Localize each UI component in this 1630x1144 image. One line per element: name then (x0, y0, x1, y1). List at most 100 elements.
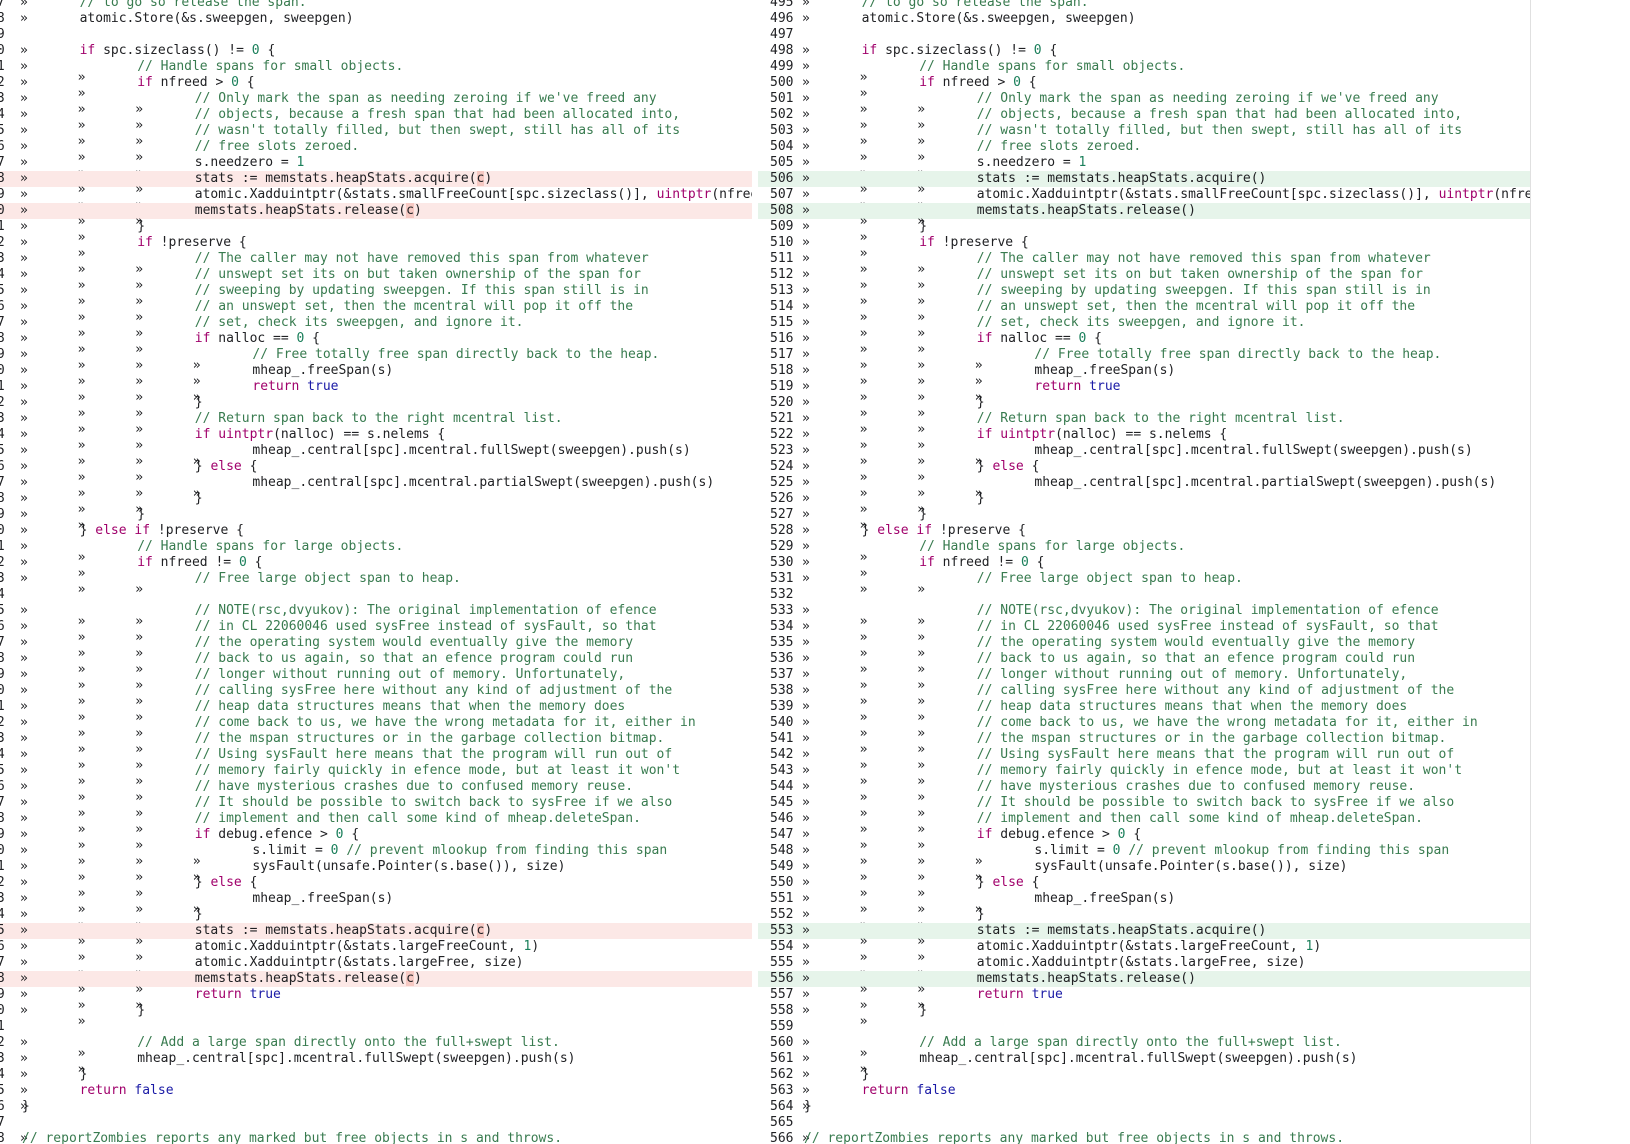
line-number: 60 (0, 1003, 5, 1018)
code-comment: // reportZombies reports any marked but … (804, 1131, 1345, 1144)
code-token: !preserve { (934, 235, 1029, 250)
code-token: mheap_.freeSpan(s) (252, 363, 394, 378)
code-line: 546»// implement and then call some kind… (758, 811, 1530, 838)
code-token: } (137, 507, 146, 522)
code-text: // have mysterious crashes due to confus… (804, 779, 1415, 806)
code-keyword: if (137, 235, 153, 250)
code-line: 500» if nfreed > 0 { (758, 75, 1530, 102)
code-token: 0 (231, 75, 239, 90)
code-comment: // objects, because a fresh span that ha… (976, 107, 1463, 122)
code-line: 07»s.needzero = 1 (0, 155, 752, 182)
code-text: return false (22, 1083, 174, 1099)
code-text: // objects, because a fresh span that ha… (804, 107, 1463, 134)
code-token: } (976, 875, 993, 890)
right-pane-modified[interactable]: 495»// to go so release the span. 496» ato… (758, 0, 1530, 1144)
code-text: return false (804, 1083, 956, 1099)
inserted-line: 553» stats := memstats.heapStats.acquire(… (758, 923, 1530, 950)
line-number: 515 (770, 315, 794, 330)
code-line: 499»// Handle spans for small objects. (758, 59, 1530, 86)
code-text: mheap_.freeSpan(s) (22, 363, 394, 390)
code-text: return true (22, 379, 339, 406)
code-token: true (1031, 987, 1063, 1002)
line-number: 00 (0, 43, 5, 58)
code-token: (nalloc) == s.nelems { (1055, 427, 1228, 442)
line-number: 28 (0, 491, 5, 506)
code-line: 503»// wasn't totally filled, but then s… (758, 123, 1530, 150)
code-text: atomic.Xadduintptr(&stats.largeFreeCount… (804, 939, 1322, 966)
code-comment: // longer without running out of memory.… (194, 667, 626, 682)
line-number: 34 (0, 587, 5, 602)
line-number: 18 (0, 331, 5, 346)
code-line: 02»if nfreed > 0 { (0, 75, 752, 102)
line-number: 496 (770, 11, 794, 26)
code-comment: // Handle spans for small objects. (919, 59, 1186, 74)
code-token: } (919, 219, 928, 234)
code-line: 519» return true (758, 379, 1530, 406)
line-number: 32 (0, 555, 5, 570)
line-number: 562 (770, 1067, 794, 1082)
code-line: 21»return true (0, 379, 752, 406)
code-line: 64»} (0, 1067, 752, 1083)
code-text: // to go so release the span. (804, 0, 1089, 11)
code-token: atomic.Xadduintptr(&stats.largeFreeCount… (194, 939, 524, 954)
code-text: stats := memstats.heapStats.acquire(c) (22, 171, 493, 198)
code-token: (nfreed)) (1493, 187, 1530, 202)
code-token: ) (484, 171, 493, 186)
line-number: 23 (0, 411, 5, 426)
code-line: 35»// NOTE(rsc,dvyukov): The original im… (0, 603, 752, 630)
code-token: debug.efence > (992, 827, 1118, 842)
code-token: atomic.Store(&s.sweepgen, sweepgen) (79, 11, 354, 26)
line-number: 505 (770, 155, 794, 170)
line-number: 504 (770, 139, 794, 154)
code-line: 551» mheap_.freeSpan(s) (758, 891, 1530, 918)
left-pane-original[interactable]: 97»// to go so release the span.98»atomi… (0, 0, 752, 1144)
code-text: } else if !preserve { (22, 523, 244, 539)
code-token: s.limit = (1034, 843, 1113, 858)
code-keyword: return (861, 1083, 909, 1098)
code-keyword: if (194, 331, 211, 346)
code-line: 41»// heap data structures means that wh… (0, 699, 752, 726)
code-token: (nfreed)) (711, 187, 752, 202)
code-line: 498» if spc.sizeclass() != 0 { (758, 43, 1530, 59)
code-text: mheap_.freeSpan(s) (22, 891, 394, 918)
code-line: 38»// back to us again, so that an efenc… (0, 651, 752, 678)
code-text: memstats.heapStats.release(c) (22, 203, 422, 230)
code-token: spc.sizeclass() != (877, 43, 1034, 58)
line-number: 566 (770, 1131, 794, 1144)
code-keyword: return (252, 379, 300, 394)
line-number: 41 (0, 699, 5, 714)
code-text: // have mysterious crashes due to confus… (22, 779, 633, 806)
code-text: // Add a large span directly onto the fu… (804, 1035, 1342, 1062)
code-keyword: uintptr (1000, 427, 1056, 442)
line-number: 551 (770, 891, 794, 906)
line-number: 08 (0, 171, 5, 186)
code-text: if nalloc == 0 { (804, 331, 1102, 358)
code-text: s.needzero = 1 (22, 155, 305, 182)
line-number: 556 (770, 971, 794, 986)
code-token: ) (1313, 939, 1322, 954)
code-token: nfreed != (152, 555, 239, 570)
code-keyword: return (976, 987, 1024, 1002)
line-number: 543 (770, 763, 794, 778)
code-token: atomic.Store(&s.sweepgen, sweepgen) (861, 11, 1136, 26)
code-text: // Return span back to the right mcentra… (22, 411, 563, 438)
code-token: } (79, 523, 96, 538)
code-text: // back to us again, so that an efence p… (22, 651, 633, 678)
code-line: 509»} (758, 219, 1530, 246)
inserted-line: 556» memstats.heapStats.release() (758, 971, 1530, 998)
code-token: { (304, 331, 321, 346)
code-token: { (241, 875, 258, 890)
code-token: atomic.Xadduintptr(&stats.largeFree, siz… (976, 955, 1306, 970)
code-token: 0 (335, 827, 344, 842)
line-number: 560 (770, 1035, 794, 1050)
code-line: 521»// Return span back to the right mce… (758, 411, 1530, 438)
code-text: } (22, 1003, 145, 1030)
side-by-side-diff-view: 97»// to go so release the span.98»atomi… (0, 0, 1630, 1144)
code-keyword: else (210, 459, 242, 474)
line-number: 38 (0, 651, 5, 666)
code-text: } (804, 1003, 927, 1030)
code-line: 68»// reportZombies reports any marked b… (0, 1131, 752, 1144)
line-number: 539 (770, 699, 794, 714)
code-line: 512»// unswept set its on but taken owne… (758, 267, 1530, 294)
code-text: // Free totally free span directly back … (804, 347, 1442, 374)
